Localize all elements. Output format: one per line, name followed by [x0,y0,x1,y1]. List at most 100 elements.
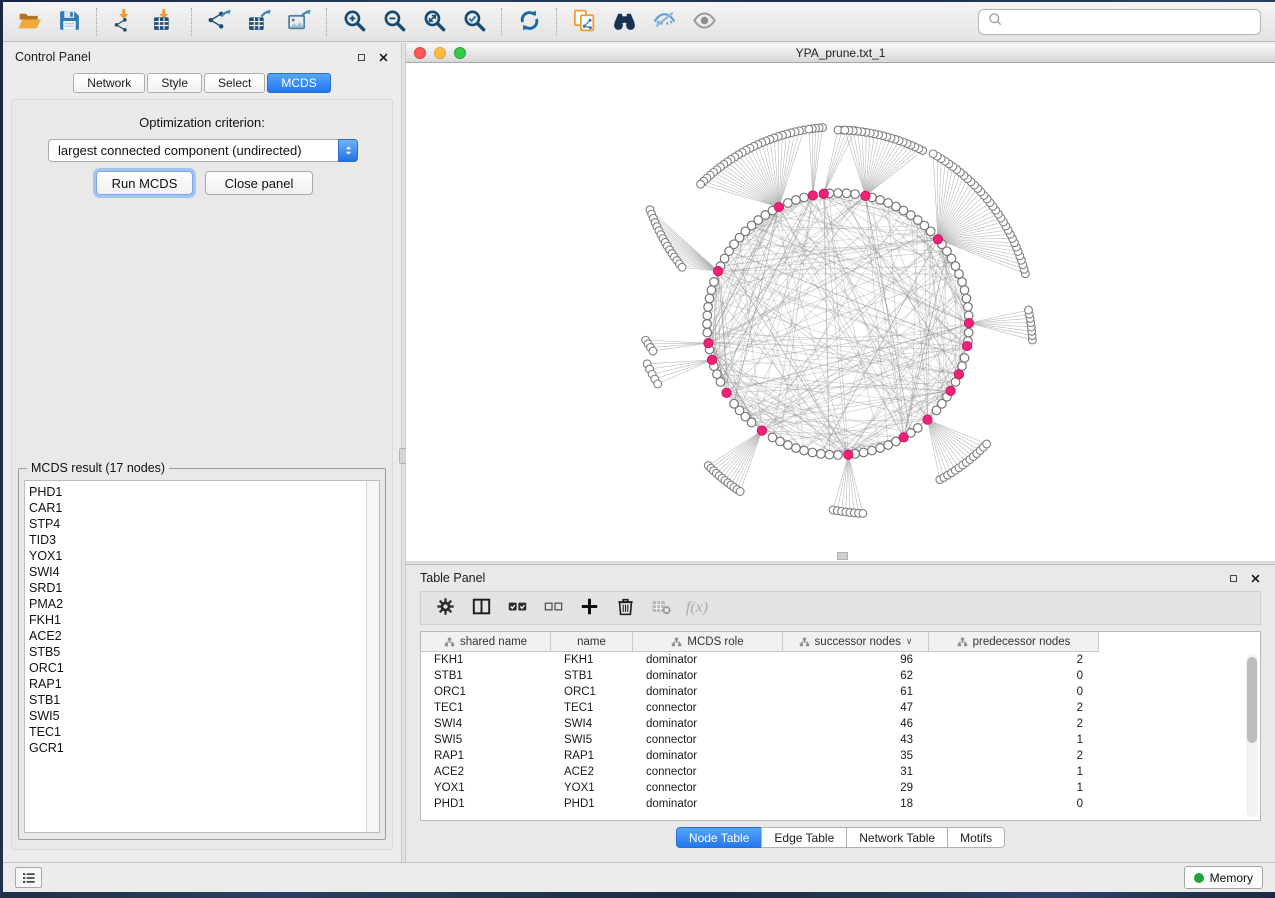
graph-hub-node[interactable] [962,341,971,350]
graph-node[interactable] [817,450,826,459]
mcds-result-item[interactable]: YOX1 [29,548,365,564]
import-network-button[interactable] [104,5,144,39]
tab-network-table[interactable]: Network Table [846,827,948,848]
close-icon[interactable] [378,52,389,63]
column-header-mcds-role[interactable]: MCDS role [633,632,783,652]
graph-node[interactable] [792,196,801,205]
graph-node[interactable] [736,488,744,496]
export-image-button[interactable] [279,5,319,39]
mcds-result-item[interactable]: ORC1 [29,660,365,676]
graph-node[interactable] [800,193,809,202]
optimization-select[interactable]: largest connected component (undirected) [48,139,358,162]
open-file-button[interactable] [9,5,49,39]
graph-hub-node[interactable] [964,318,973,327]
zoom-out-button[interactable] [374,5,414,39]
mcds-result-item[interactable]: TID3 [29,532,365,548]
table-row[interactable]: RAP1RAP1dominator352 [421,748,1260,764]
table-row[interactable]: ORC1ORC1dominator610 [421,684,1260,700]
delete-row-button[interactable] [610,594,640,622]
graph-node[interactable] [964,328,973,337]
graph-hub-node[interactable] [923,415,932,424]
graph-node[interactable] [958,362,967,371]
graph-node[interactable] [697,180,705,188]
graph-node[interactable] [964,303,973,312]
graph-node[interactable] [960,354,969,363]
graph-node[interactable] [805,125,813,133]
table-row[interactable]: ACE2ACE2connector311 [421,764,1260,780]
refresh-button[interactable] [509,5,549,39]
graph-node[interactable] [929,150,937,158]
mcds-result-item[interactable]: GCR1 [29,740,365,756]
graph-node[interactable] [841,126,849,134]
graph-hub-node[interactable] [757,426,766,435]
graph-hub-node[interactable] [954,370,963,379]
graph-node[interactable] [784,441,793,450]
close-icon[interactable] [1250,573,1261,584]
tab-select[interactable]: Select [204,73,265,93]
graph-hub-node[interactable] [707,355,716,364]
tab-edge-table[interactable]: Edge Table [761,827,847,848]
graph-hub-node[interactable] [946,386,955,395]
gear-button[interactable] [430,594,460,622]
network-graph[interactable] [406,63,1275,561]
graph-node[interactable] [1025,306,1033,314]
mcds-result-item[interactable]: ACE2 [29,628,365,644]
graph-node[interactable] [834,451,843,460]
graph-node[interactable] [704,303,713,312]
graph-node[interactable] [747,418,756,427]
graph-node[interactable] [960,286,969,295]
table-row[interactable]: SWI4SWI4dominator462 [421,716,1260,732]
graph-node[interactable] [842,189,851,198]
graph-hub-node[interactable] [819,189,828,198]
table-row[interactable]: FKH1FKH1dominator962 [421,652,1260,668]
graph-node[interactable] [958,278,967,287]
column-header-predecessor-nodes[interactable]: predecessor nodes [929,632,1099,652]
tab-node-table[interactable]: Node Table [676,827,763,848]
graph-hub-node[interactable] [808,191,817,200]
table-row[interactable]: TEC1TEC1connector472 [421,700,1260,716]
graph-node[interactable] [707,286,716,295]
mcds-result-item[interactable]: RAP1 [29,676,365,692]
close-panel-button[interactable]: Close panel [205,171,313,195]
mcds-result-item[interactable]: FKH1 [29,612,365,628]
hide-eye-button[interactable] [644,5,684,39]
graph-hub-node[interactable] [774,202,783,211]
graph-hub-node[interactable] [899,433,908,442]
tab-motifs[interactable]: Motifs [947,827,1005,848]
graph-node[interactable] [716,378,725,387]
graph-hub-node[interactable] [861,191,870,200]
check-all-button[interactable] [502,594,532,622]
splitter-grip[interactable] [837,552,848,560]
panel-toggle-button[interactable] [15,867,42,888]
fx-button[interactable]: f(x) [682,594,712,622]
graph-node[interactable] [876,444,885,453]
mcds-result-item[interactable]: CAR1 [29,500,365,516]
graph-node[interactable] [710,278,719,287]
graph-node[interactable] [703,320,712,329]
graph-node[interactable] [654,380,662,388]
zoom-in-button[interactable] [334,5,374,39]
uncheck-all-button[interactable] [538,594,568,622]
save-file-button[interactable] [49,5,89,39]
graph-node[interactable] [913,424,922,433]
search-input[interactable] [1005,14,1253,30]
column-header-shared-name[interactable]: shared name [421,632,551,652]
graph-node[interactable] [800,446,809,455]
tab-style[interactable]: Style [147,73,202,93]
delete-table-button[interactable] [646,594,676,622]
zoom-selected-button[interactable] [454,5,494,39]
mcds-result-item[interactable]: SWI4 [29,564,365,580]
mcds-result-list[interactable]: PHD1CAR1STP4TID3YOX1SWI4SRD1PMA2FKH1ACE2… [24,480,380,833]
network-canvas[interactable] [406,63,1275,561]
tab-mcds[interactable]: MCDS [267,73,330,93]
graph-node[interactable] [884,199,893,208]
mcds-result-item[interactable]: SWI5 [29,708,365,724]
zoom-fit-button[interactable] [414,5,454,39]
export-network-button[interactable] [199,5,239,39]
split-view-button[interactable] [466,594,496,622]
graph-node[interactable] [834,189,843,198]
graph-node[interactable] [703,328,712,337]
memory-button[interactable]: Memory [1184,866,1263,889]
graph-node[interactable] [808,448,817,457]
mcds-result-item[interactable]: STP4 [29,516,365,532]
